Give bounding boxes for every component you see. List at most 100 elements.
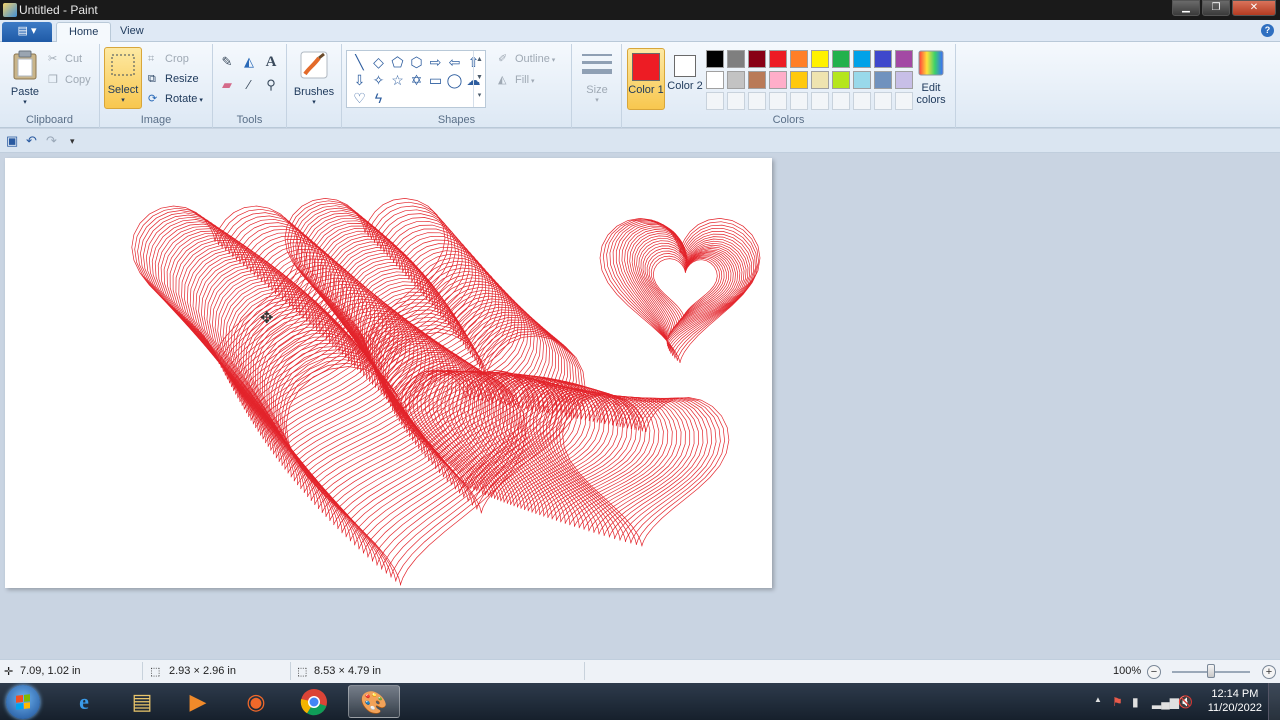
power-icon[interactable]: ▮ — [1132, 695, 1139, 709]
line-shape-icon[interactable]: ╲ — [350, 53, 369, 71]
palette-swatch[interactable] — [853, 71, 871, 89]
chrome-icon[interactable] — [288, 685, 340, 718]
resize-button[interactable]: ⧉ Resize — [148, 70, 199, 88]
palette-swatch[interactable] — [811, 71, 829, 89]
zoom-out-button[interactable]: − — [1147, 665, 1161, 679]
media-player-icon[interactable]: ▶ — [172, 685, 224, 718]
crop-button[interactable]: ⌗ Crop — [148, 50, 189, 68]
fill-label: Fill — [515, 74, 530, 86]
internet-explorer-icon[interactable]: e — [58, 685, 110, 718]
lightning-shape-icon[interactable]: ϟ — [369, 89, 388, 107]
palette-swatch[interactable] — [832, 71, 850, 89]
five-point-star-shape-icon[interactable]: ☆ — [388, 71, 407, 89]
palette-swatch[interactable] — [874, 71, 892, 89]
paste-button[interactable]: Paste ▾ — [8, 50, 42, 106]
rotate-button[interactable]: ⟳ Rotate ▾ — [148, 90, 203, 108]
palette-swatch[interactable] — [895, 50, 913, 68]
action-center-icon[interactable]: ⚑ — [1112, 695, 1123, 709]
volume-muted-icon[interactable]: 🔇 — [1178, 695, 1193, 709]
text-tool-icon[interactable]: A — [261, 52, 281, 72]
palette-swatch[interactable] — [811, 50, 829, 68]
custom-color-slot[interactable] — [832, 92, 850, 110]
palette-swatch[interactable] — [769, 50, 787, 68]
color-picker-icon[interactable]: ⁄ — [239, 75, 259, 95]
close-button[interactable]: ✕ — [1232, 0, 1276, 16]
show-hidden-icons[interactable]: ▲ — [1094, 695, 1102, 704]
redo-icon[interactable]: ↷ — [46, 133, 57, 149]
heart-shape-icon[interactable]: ♡ — [350, 89, 369, 107]
palette-swatch[interactable] — [706, 71, 724, 89]
left-arrow-shape-icon[interactable]: ⇦ — [445, 53, 464, 71]
palette-swatch[interactable] — [706, 50, 724, 68]
pentagon-shape-icon[interactable]: ⬠ — [388, 53, 407, 71]
shapes-scrollbar[interactable]: ▲ ▼ ▾ — [473, 51, 485, 107]
custom-color-slot[interactable] — [790, 92, 808, 110]
hexagon-shape-icon[interactable]: ⬡ — [407, 53, 426, 71]
outline-button[interactable]: ✐ Outline ▾ — [498, 50, 555, 68]
palette-swatch[interactable] — [769, 71, 787, 89]
palette-swatch[interactable] — [748, 71, 766, 89]
palette-swatch[interactable] — [748, 50, 766, 68]
select-button[interactable]: Select ▾ — [104, 47, 142, 109]
custom-color-slot[interactable] — [895, 92, 913, 110]
show-desktop-button[interactable] — [1268, 683, 1280, 720]
palette-swatch[interactable] — [790, 50, 808, 68]
palette-swatch[interactable] — [727, 50, 745, 68]
size-button[interactable]: Size ▾ — [580, 50, 614, 104]
copy-label: Copy — [65, 74, 91, 86]
palette-swatch[interactable] — [874, 50, 892, 68]
tab-view[interactable]: View — [108, 22, 156, 43]
right-arrow-shape-icon[interactable]: ⇨ — [426, 53, 445, 71]
color1-button[interactable]: Color 1 — [627, 48, 665, 110]
custom-color-slot[interactable] — [811, 92, 829, 110]
pencil-icon[interactable]: ✎ — [217, 52, 237, 72]
zoom-slider-thumb[interactable] — [1207, 664, 1215, 678]
custom-color-slot[interactable] — [727, 92, 745, 110]
eraser-icon[interactable]: ▰ — [217, 75, 237, 95]
help-icon[interactable]: ? — [1261, 24, 1274, 37]
network-icon[interactable]: ▂▄▆ — [1152, 695, 1179, 709]
diamond-shape-icon[interactable]: ◇ — [369, 53, 388, 71]
file-explorer-icon[interactable]: ▤ — [116, 685, 168, 718]
brushes-button[interactable]: Brushes ▾ — [293, 50, 335, 106]
paint-app-icon[interactable] — [3, 3, 17, 17]
paint-menu-button[interactable]: ▤ ▾ — [2, 22, 52, 42]
down-arrow-shape-icon[interactable]: ⇩ — [350, 71, 369, 89]
custom-color-slot[interactable] — [874, 92, 892, 110]
palette-swatch[interactable] — [895, 71, 913, 89]
clock[interactable]: 12:14 PM 11/20/2022 — [1208, 687, 1262, 715]
save-icon[interactable]: ▣ — [6, 133, 18, 149]
fill-button[interactable]: ◭ Fill ▾ — [498, 71, 535, 89]
firefox-icon[interactable]: ◉ — [230, 685, 282, 718]
palette-swatch[interactable] — [853, 50, 871, 68]
minimize-button[interactable]: ▁ — [1172, 0, 1200, 16]
custom-color-slot[interactable] — [769, 92, 787, 110]
undo-icon[interactable]: ↶ — [26, 133, 37, 149]
drawing-canvas[interactable] — [5, 158, 772, 588]
color2-button[interactable]: Color 2 — [666, 48, 704, 110]
edit-colors-button[interactable]: Edit colors — [912, 50, 950, 106]
four-point-star-shape-icon[interactable]: ✧ — [369, 71, 388, 89]
custom-color-slot[interactable] — [706, 92, 724, 110]
paste-dropdown-icon[interactable]: ▾ — [8, 98, 42, 106]
magnifier-icon[interactable]: ⚲ — [261, 75, 281, 95]
custom-color-slot[interactable] — [853, 92, 871, 110]
maximize-button[interactable]: ❐ — [1202, 0, 1230, 16]
six-point-star-shape-icon[interactable]: ✡ — [407, 71, 426, 89]
select-dropdown-icon[interactable]: ▾ — [105, 96, 141, 104]
palette-swatch[interactable] — [790, 71, 808, 89]
tab-home[interactable]: Home — [56, 22, 112, 43]
customize-toolbar-icon[interactable]: ▾ — [70, 136, 75, 147]
rect-callout-shape-icon[interactable]: ▭ — [426, 71, 445, 89]
paint-taskbar-icon[interactable]: 🎨 — [348, 685, 400, 718]
fill-bucket-icon[interactable]: ◭ — [239, 52, 259, 72]
copy-button[interactable]: ❐ Copy — [48, 71, 91, 89]
palette-swatch[interactable] — [727, 71, 745, 89]
cut-button[interactable]: ✂ Cut — [48, 50, 82, 68]
zoom-in-button[interactable]: + — [1262, 665, 1276, 679]
custom-color-slot[interactable] — [748, 92, 766, 110]
start-button[interactable] — [6, 685, 40, 719]
brushes-dropdown-icon[interactable]: ▾ — [293, 98, 335, 106]
palette-swatch[interactable] — [832, 50, 850, 68]
oval-callout-shape-icon[interactable]: ◯ — [445, 71, 464, 89]
